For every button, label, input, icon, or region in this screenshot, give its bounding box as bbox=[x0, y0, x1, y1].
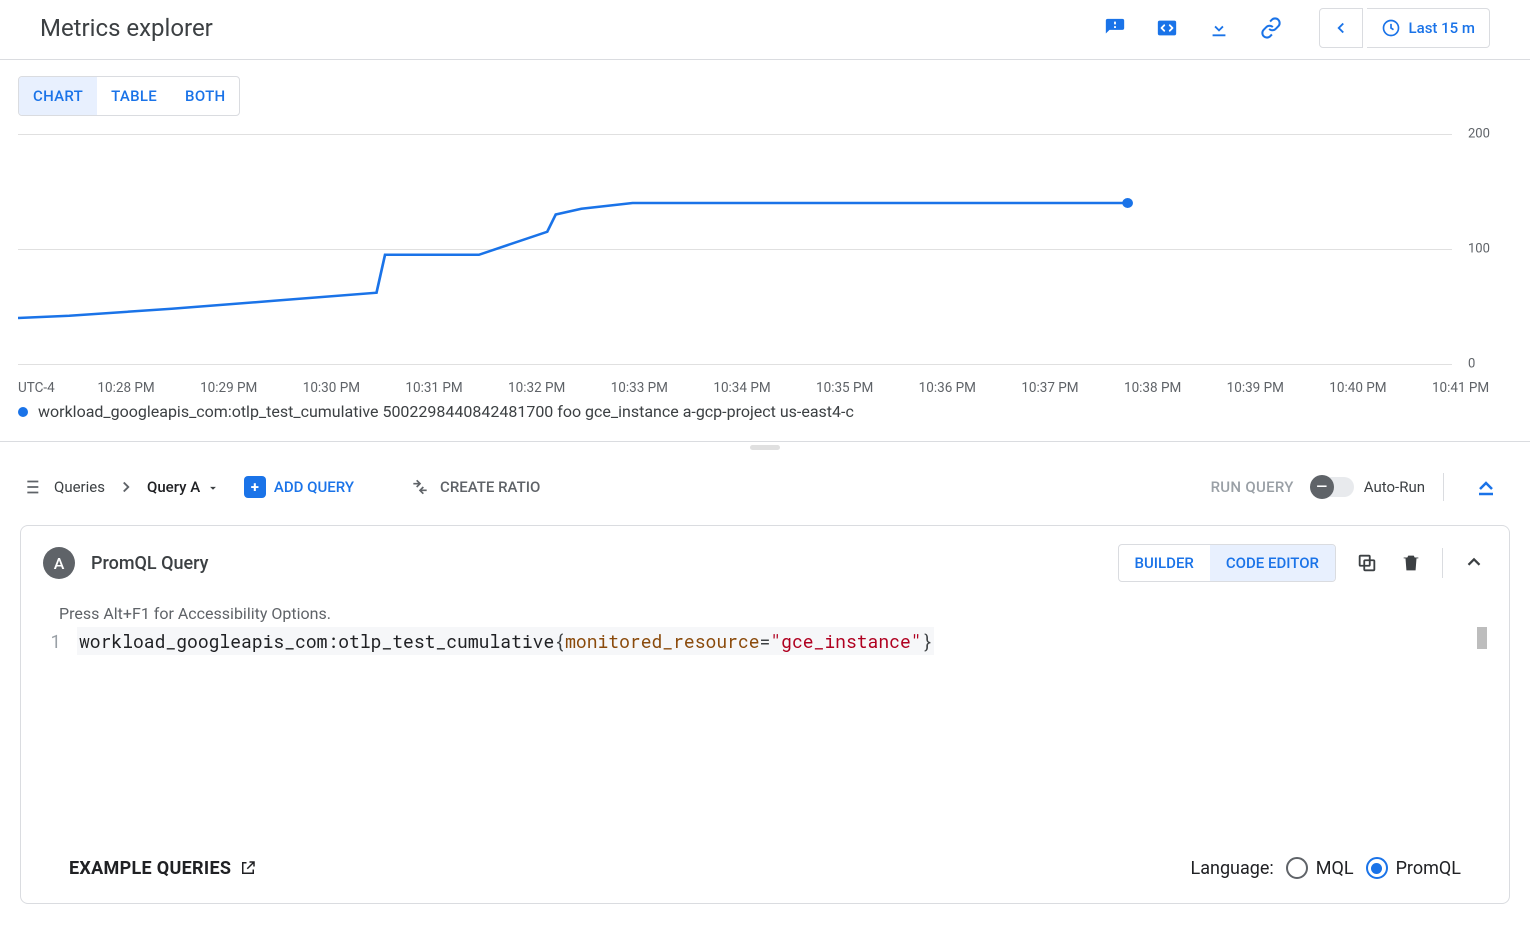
download-icon[interactable] bbox=[1195, 8, 1243, 48]
divider bbox=[1442, 548, 1443, 578]
a11y-hint: Press Alt+F1 for Accessibility Options. bbox=[43, 604, 1487, 623]
editor-mode-switch: BUILDER CODE EDITOR bbox=[1118, 544, 1336, 582]
panel-resize-handle[interactable] bbox=[0, 441, 1530, 453]
x-tick: 10:35 PM bbox=[793, 380, 896, 396]
x-tick: 10:34 PM bbox=[691, 380, 794, 396]
x-tick: 10:31 PM bbox=[383, 380, 486, 396]
page-header: Metrics explorer Last 15 m bbox=[0, 0, 1530, 60]
language-option-promql[interactable]: PromQL bbox=[1366, 857, 1461, 879]
timezone-label: UTC-4 bbox=[18, 380, 55, 396]
code-line[interactable]: workload_googleapis_com:otlp_test_cumula… bbox=[77, 627, 1487, 655]
language-picker: Language: MQL PromQL bbox=[1191, 857, 1461, 879]
tab-chart[interactable]: CHART bbox=[19, 77, 97, 115]
query-panel-title: PromQL Query bbox=[91, 553, 209, 574]
expand-panel-icon[interactable] bbox=[1462, 467, 1510, 507]
header-actions: Last 15 m bbox=[1091, 8, 1490, 48]
radio-icon bbox=[1366, 857, 1388, 879]
chart-plot-area[interactable] bbox=[18, 124, 1452, 374]
radio-icon bbox=[1286, 857, 1308, 879]
copy-icon[interactable] bbox=[1354, 550, 1380, 576]
chart-x-axis: UTC-4 10:28 PM 10:29 PM 10:30 PM 10:31 P… bbox=[0, 374, 1530, 400]
query-toolbar: Queries Query A + ADD QUERY CREATE RATIO… bbox=[0, 453, 1530, 521]
code-editor-mode-button[interactable]: CODE EDITOR bbox=[1210, 545, 1335, 581]
y-tick: 200 bbox=[1468, 127, 1490, 142]
time-range-label: Last 15 m bbox=[1409, 19, 1475, 37]
query-panel: A PromQL Query BUILDER CODE EDITOR Press… bbox=[20, 525, 1510, 904]
time-range-prev-button[interactable] bbox=[1319, 8, 1363, 48]
query-panel-footer: EXAMPLE QUERIES Language: MQL PromQL bbox=[21, 833, 1509, 903]
divider bbox=[1443, 473, 1444, 501]
x-tick: 10:30 PM bbox=[280, 380, 383, 396]
create-ratio-button[interactable]: CREATE RATIO bbox=[410, 477, 540, 497]
tab-both[interactable]: BOTH bbox=[171, 77, 239, 115]
query-avatar: A bbox=[43, 547, 75, 579]
x-tick: 10:28 PM bbox=[75, 380, 178, 396]
run-query-button[interactable]: RUN QUERY bbox=[1211, 478, 1294, 496]
query-panel-header: A PromQL Query BUILDER CODE EDITOR bbox=[21, 526, 1509, 600]
chevron-right-icon bbox=[117, 478, 135, 496]
query-selector[interactable]: Query A bbox=[147, 478, 220, 496]
auto-run-toggle[interactable]: — Auto-Run bbox=[1312, 477, 1425, 497]
scrollbar-marker bbox=[1477, 627, 1487, 649]
tab-table[interactable]: TABLE bbox=[97, 77, 171, 115]
feedback-icon[interactable] bbox=[1091, 8, 1139, 48]
view-mode-tabs: CHART TABLE BOTH bbox=[18, 76, 240, 116]
x-tick: 10:36 PM bbox=[896, 380, 999, 396]
code-icon[interactable] bbox=[1143, 8, 1191, 48]
plus-icon: + bbox=[244, 476, 266, 498]
queries-label: Queries bbox=[54, 478, 105, 496]
example-queries-link[interactable]: EXAMPLE QUERIES bbox=[69, 858, 257, 879]
collapse-icon[interactable] bbox=[1461, 550, 1487, 576]
language-label: Language: bbox=[1191, 858, 1274, 879]
legend-color-swatch bbox=[18, 407, 28, 417]
language-option-mql[interactable]: MQL bbox=[1286, 857, 1354, 879]
x-tick: 10:37 PM bbox=[999, 380, 1102, 396]
code-editor[interactable]: Press Alt+F1 for Accessibility Options. … bbox=[21, 600, 1509, 833]
y-tick: 0 bbox=[1468, 357, 1475, 372]
x-tick: 10:41 PM bbox=[1409, 380, 1512, 396]
time-range-selector[interactable]: Last 15 m bbox=[1367, 8, 1490, 48]
link-icon[interactable] bbox=[1247, 8, 1295, 48]
x-tick: 10:39 PM bbox=[1204, 380, 1307, 396]
chart-section: CHART TABLE BOTH 200 100 0 bbox=[0, 60, 1530, 374]
builder-mode-button[interactable]: BUILDER bbox=[1119, 545, 1210, 581]
x-tick: 10:29 PM bbox=[177, 380, 280, 396]
line-number: 1 bbox=[43, 627, 77, 655]
page-title: Metrics explorer bbox=[40, 14, 213, 42]
add-query-button[interactable]: + ADD QUERY bbox=[234, 470, 364, 504]
chart: 200 100 0 bbox=[18, 124, 1512, 374]
y-tick: 100 bbox=[1468, 242, 1490, 257]
delete-icon[interactable] bbox=[1398, 550, 1424, 576]
legend-label: workload_googleapis_com:otlp_test_cumula… bbox=[38, 402, 854, 421]
x-tick: 10:32 PM bbox=[485, 380, 588, 396]
x-tick: 10:33 PM bbox=[588, 380, 691, 396]
list-icon bbox=[20, 476, 42, 498]
chart-y-axis: 200 100 0 bbox=[1452, 124, 1512, 374]
x-tick: 10:40 PM bbox=[1307, 380, 1410, 396]
chart-legend[interactable]: workload_googleapis_com:otlp_test_cumula… bbox=[0, 400, 1530, 441]
x-tick: 10:38 PM bbox=[1101, 380, 1204, 396]
